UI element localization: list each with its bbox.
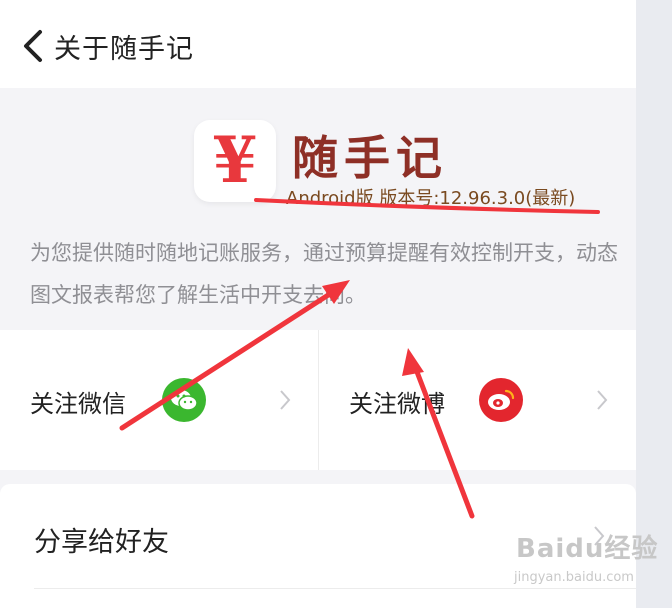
follow-weibo-button[interactable]: 关注微博 (319, 330, 637, 470)
follow-row: 关注微信 关注微博 (0, 330, 636, 470)
weibo-icon (479, 378, 523, 422)
page-title: 关于随手记 (54, 34, 194, 65)
chevron-right-icon (597, 390, 608, 410)
app-name: 随手记 (292, 131, 448, 185)
chevron-right-icon (280, 390, 291, 410)
wechat-icon (162, 378, 206, 422)
app-logo: ¥ (194, 120, 276, 202)
watermark-url: jingyan.baidu.com (514, 570, 634, 585)
yen-logo-icon: ¥ (212, 123, 258, 198)
follow-wechat-label: 关注微信 (30, 390, 126, 418)
side-background (636, 0, 672, 608)
about-page: 关于随手记 ¥ 随手记 Android版 版本号:12.96.3.0(最新) 为… (0, 0, 636, 608)
top-bar: 关于随手记 (0, 0, 636, 88)
back-chevron-icon[interactable] (20, 28, 48, 64)
follow-weibo-label: 关注微博 (349, 390, 445, 418)
share-label: 分享给好友 (34, 527, 169, 558)
follow-wechat-button[interactable]: 关注微信 (0, 330, 318, 470)
row-divider (34, 588, 636, 589)
app-description: 为您提供随时随地记账服务，通过预算提醒有效控制开支，动态图文报表帮您了解生活中开… (30, 241, 618, 307)
version-text: Android版 版本号:12.96.3.0(最新) (286, 188, 576, 209)
watermark-text: Baidu经验 (516, 534, 659, 564)
app-info-section: ¥ 随手记 Android版 版本号:12.96.3.0(最新) 为您提供随时随… (0, 88, 636, 328)
